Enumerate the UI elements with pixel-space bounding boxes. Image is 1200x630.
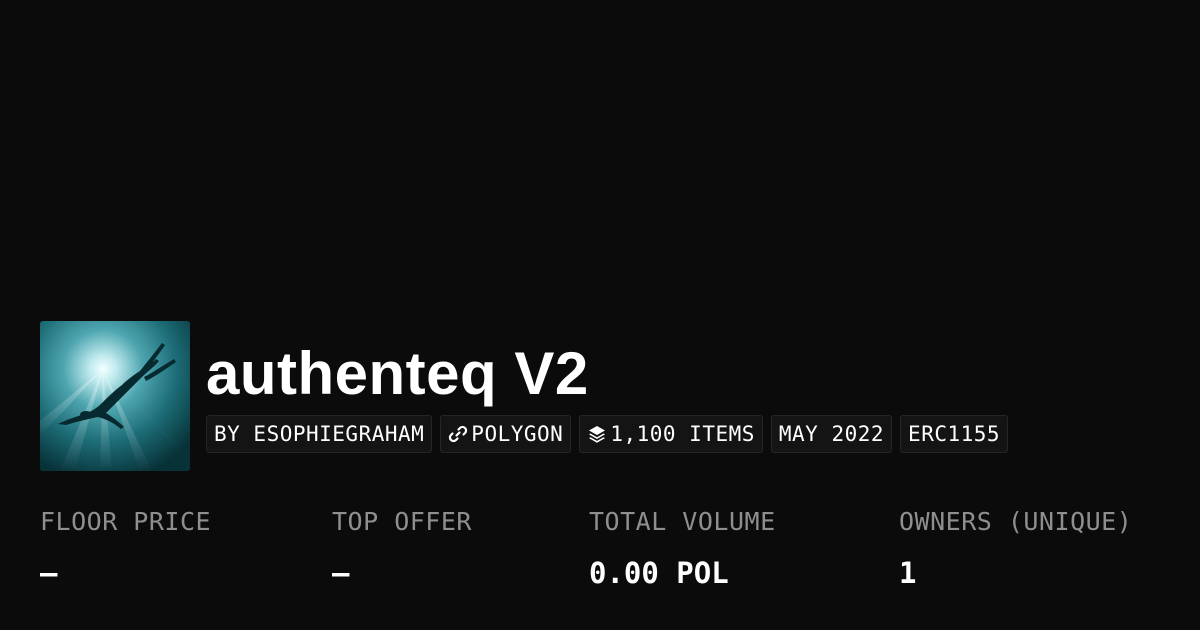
collection-avatar xyxy=(40,321,190,471)
token-standard: ERC1155 xyxy=(908,422,1001,446)
created-date: MAY 2022 xyxy=(778,422,885,446)
floor-price-value: – xyxy=(40,556,58,590)
collection-meta-chips: BY ESOPHIEGRAHAM POLYGON 1,100 ITEMS MAY… xyxy=(206,415,1009,455)
owners-value: 1 xyxy=(899,556,917,590)
top-offer-label: TOP OFFER xyxy=(332,507,472,536)
stat-top-offer: TOP OFFER – xyxy=(332,505,472,591)
stat-total-volume: TOTAL VOLUME 0.00 POL xyxy=(589,505,776,591)
stat-floor-price: FLOOR PRICE – xyxy=(40,505,211,591)
items-count: 1,100 ITEMS xyxy=(610,422,755,446)
creator-label: BY ESOPHIEGRAHAM xyxy=(214,422,425,446)
stat-owners: OWNERS (UNIQUE) 1 xyxy=(899,505,1132,591)
standard-chip: ERC1155 xyxy=(900,415,1009,453)
layers-icon xyxy=(587,424,607,444)
items-chip: 1,100 ITEMS xyxy=(579,415,763,453)
top-offer-value: – xyxy=(332,556,350,590)
chain-chip[interactable]: POLYGON xyxy=(440,415,572,453)
floor-price-label: FLOOR PRICE xyxy=(40,507,212,536)
link-icon xyxy=(448,424,468,444)
total-volume-value: 0.00 POL xyxy=(589,556,729,590)
chain-label: POLYGON xyxy=(471,422,564,446)
owners-label: OWNERS (UNIQUE) xyxy=(899,507,1133,536)
creator-chip[interactable]: BY ESOPHIEGRAHAM xyxy=(206,415,433,453)
swimmer-underwater-image xyxy=(40,321,190,471)
total-volume-label: TOTAL VOLUME xyxy=(589,507,776,536)
date-chip: MAY 2022 xyxy=(770,415,893,453)
collection-title: authenteq V2 xyxy=(206,340,589,407)
